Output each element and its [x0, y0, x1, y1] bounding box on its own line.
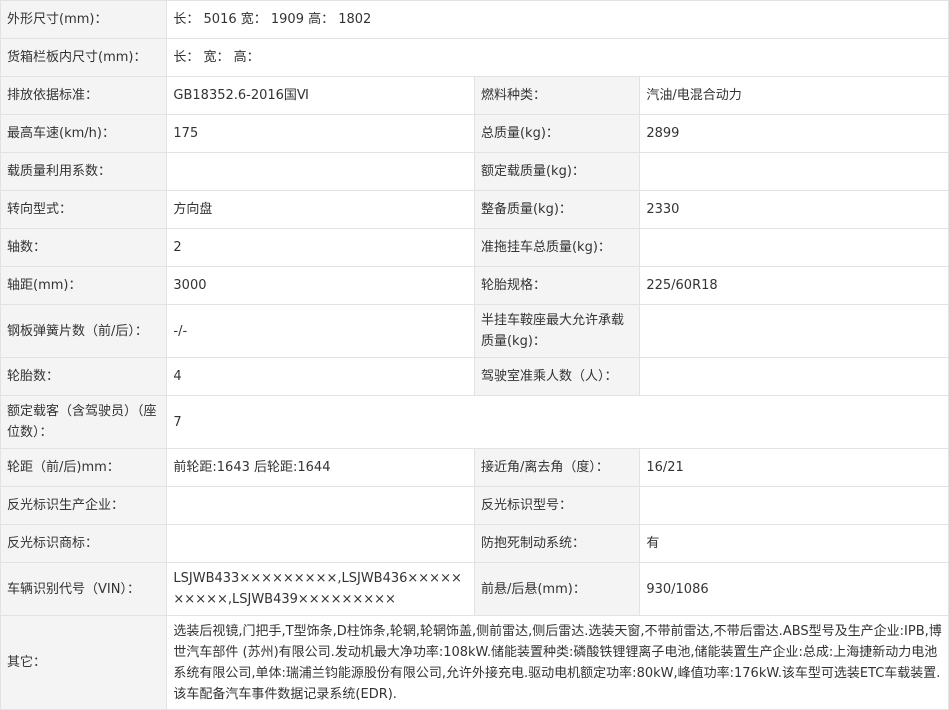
vin-label: 车辆识别代号（VIN）：: [0, 562, 168, 616]
table-row: 最高车速(km/h)： 175 总质量(kg)： 2899: [0, 114, 949, 153]
wheelbase-label: 轴距(mm)：: [0, 266, 168, 305]
reflector-brand-label: 反光标识商标：: [0, 524, 168, 563]
table-row: 轴数： 2 准拖挂车总质量(kg)：: [0, 228, 949, 267]
table-row: 外形尺寸(mm)： 长： 5016 宽： 1909 高： 1802: [0, 0, 949, 39]
trailer-mass-label: 准拖挂车总质量(kg)：: [473, 228, 641, 267]
emission-value: GB18352.6-2016国Ⅵ: [166, 76, 475, 115]
load-coef-value: [166, 152, 475, 191]
cab-passengers-value: [639, 357, 949, 396]
fuel-label: 燃料种类：: [473, 76, 641, 115]
reflector-brand-value: [166, 524, 475, 563]
reflector-model-label: 反光标识型号：: [473, 486, 641, 525]
vehicle-spec-table: 外形尺寸(mm)： 长： 5016 宽： 1909 高： 1802 货箱栏板内尺…: [0, 0, 949, 710]
table-row: 载质量利用系数： 额定载质量(kg)：: [0, 152, 949, 191]
table-row: 钢板弹簧片数（前/后）： -/- 半挂车鞍座最大允许承载质量(kg)：: [0, 304, 949, 358]
table-row: 轮距（前/后)mm： 前轮距:1643 后轮距:1644 接近角/离去角（度）：…: [0, 448, 949, 487]
saddle-load-label: 半挂车鞍座最大允许承载质量(kg)：: [473, 304, 641, 358]
dims-value: 长： 5016 宽： 1909 高： 1802: [166, 0, 949, 39]
load-coef-label: 载质量利用系数：: [0, 152, 168, 191]
reflector-model-value: [639, 486, 949, 525]
table-row: 反光标识生产企业： 反光标识型号：: [0, 486, 949, 525]
seats-value: 7: [166, 395, 949, 449]
table-row: 轮胎数： 4 驾驶室准乘人数（人）：: [0, 357, 949, 396]
table-row: 排放依据标准： GB18352.6-2016国Ⅵ 燃料种类： 汽油/电混合动力: [0, 76, 949, 115]
overhang-label: 前悬/后悬(mm)：: [473, 562, 641, 616]
spring-label: 钢板弹簧片数（前/后）：: [0, 304, 168, 358]
fuel-value: 汽油/电混合动力: [639, 76, 949, 115]
table-row: 额定载客（含驾驶员）（座位数）： 7: [0, 395, 949, 449]
trailer-mass-value: [639, 228, 949, 267]
abs-label: 防抱死制动系统：: [473, 524, 641, 563]
vin-value: LSJWB433×××××××××,LSJWB436××××××××××,LSJ…: [166, 562, 475, 616]
spring-value: -/-: [166, 304, 475, 358]
table-row: 转向型式： 方向盘 整备质量(kg)： 2330: [0, 190, 949, 229]
wheelbase-value: 3000: [166, 266, 475, 305]
tire-spec-value: 225/60R18: [639, 266, 949, 305]
steering-value: 方向盘: [166, 190, 475, 229]
curb-mass-value: 2330: [639, 190, 949, 229]
cargo-label: 货箱栏板内尺寸(mm)：: [0, 38, 168, 77]
abs-value: 有: [639, 524, 949, 563]
speed-value: 175: [166, 114, 475, 153]
other-value: 选装后视镜,门把手,T型饰条,D柱饰条,轮辋,轮辋饰盖,侧前雷达,侧后雷达.选装…: [166, 615, 949, 710]
rated-load-value: [639, 152, 949, 191]
reflector-maker-label: 反光标识生产企业：: [0, 486, 168, 525]
axles-value: 2: [166, 228, 475, 267]
table-row: 货箱栏板内尺寸(mm)： 长： 宽： 高：: [0, 38, 949, 77]
seats-label: 额定载客（含驾驶员）（座位数）：: [0, 395, 168, 449]
axles-label: 轴数：: [0, 228, 168, 267]
gross-mass-value: 2899: [639, 114, 949, 153]
speed-label: 最高车速(km/h)：: [0, 114, 168, 153]
table-row: 反光标识商标： 防抱死制动系统： 有: [0, 524, 949, 563]
tire-count-label: 轮胎数：: [0, 357, 168, 396]
tire-spec-label: 轮胎规格：: [473, 266, 641, 305]
table-row: 车辆识别代号（VIN）： LSJWB433×××××××××,LSJWB436×…: [0, 562, 949, 616]
track-label: 轮距（前/后)mm：: [0, 448, 168, 487]
track-value: 前轮距:1643 后轮距:1644: [166, 448, 475, 487]
dims-label: 外形尺寸(mm)：: [0, 0, 168, 39]
overhang-value: 930/1086: [639, 562, 949, 616]
cab-passengers-label: 驾驶室准乘人数（人）：: [473, 357, 641, 396]
approach-angle-value: 16/21: [639, 448, 949, 487]
curb-mass-label: 整备质量(kg)：: [473, 190, 641, 229]
saddle-load-value: [639, 304, 949, 358]
rated-load-label: 额定载质量(kg)：: [473, 152, 641, 191]
steering-label: 转向型式：: [0, 190, 168, 229]
table-row: 轴距(mm)： 3000 轮胎规格： 225/60R18: [0, 266, 949, 305]
emission-label: 排放依据标准：: [0, 76, 168, 115]
table-row: 其它： 选装后视镜,门把手,T型饰条,D柱饰条,轮辋,轮辋饰盖,侧前雷达,侧后雷…: [0, 615, 949, 710]
reflector-maker-value: [166, 486, 475, 525]
gross-mass-label: 总质量(kg)：: [473, 114, 641, 153]
approach-angle-label: 接近角/离去角（度）：: [473, 448, 641, 487]
cargo-value: 长： 宽： 高：: [166, 38, 949, 77]
tire-count-value: 4: [166, 357, 475, 396]
other-label: 其它：: [0, 615, 168, 710]
